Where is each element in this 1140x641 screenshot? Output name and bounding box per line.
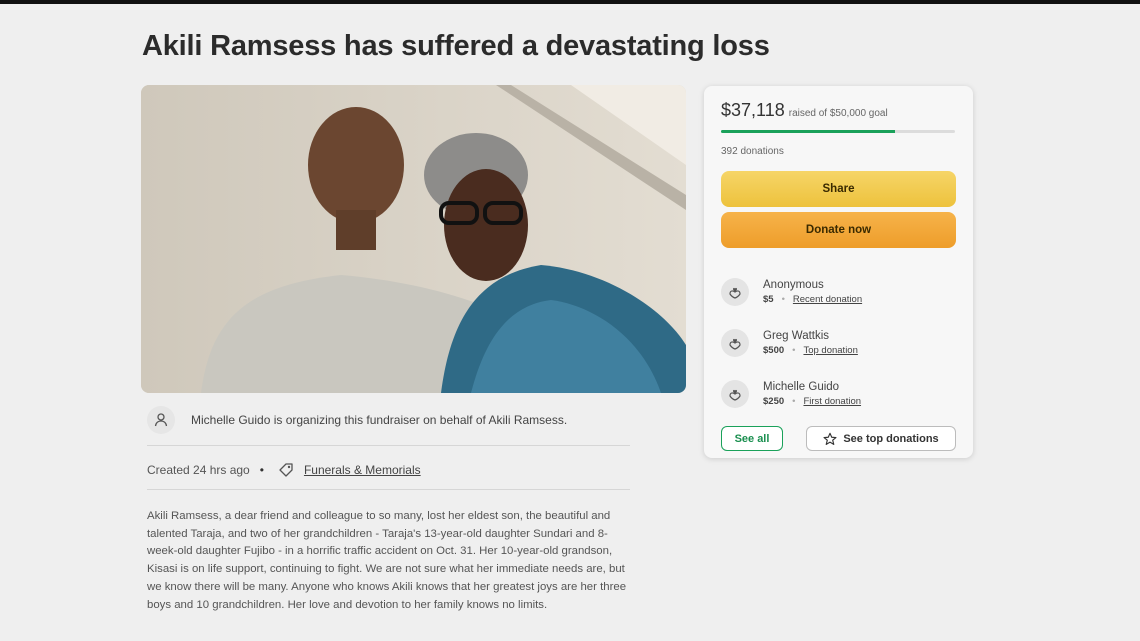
meta-separator: • [259,462,264,477]
campaign-meta: Created 24 hrs ago • Funerals & Memorial… [147,450,630,490]
goal-text: raised of $50,000 goal [788,108,888,119]
see-top-donations-label: See top donations [843,432,939,445]
separator-dot: • [792,395,796,407]
campaign-story: Akili Ramsess, a dear friend and colleag… [147,510,627,611]
donation-label[interactable]: Recent donation [793,294,862,305]
donation-amount: $250 [763,395,785,407]
raised-summary: $37,118 raised of $50,000 goal [721,100,956,121]
see-all-button[interactable]: See all [721,426,783,451]
share-button[interactable]: Share [721,171,956,207]
donation-amount: $500 [763,344,785,356]
organizer-text: Michelle Guido is organizing this fundra… [191,412,568,427]
star-icon [823,432,837,445]
donation-actions: See all See top donations [721,426,956,451]
donation-label[interactable]: First donation [803,396,861,407]
progress-bar [721,130,955,133]
created-time: Created 24 hrs ago [147,462,250,477]
donation-list: Anonymous $5 • Recent donation Greg Watt… [721,266,956,419]
donor-name: Michelle Guido [763,380,840,393]
campaign-photo [141,85,686,393]
donation-count: 392 donations [721,146,784,157]
see-top-donations-button[interactable]: See top donations [806,426,956,451]
donation-item: Anonymous $5 • Recent donation [721,266,956,317]
separator-dot: • [781,293,785,305]
raised-amount: $37,118 [721,100,785,120]
separator-dot: • [792,344,796,356]
donation-hands-icon [721,379,749,408]
category-link[interactable]: Funerals & Memorials [304,463,421,477]
donor-name: Greg Wattkis [763,329,830,342]
donate-now-button[interactable]: Donate now [721,212,956,248]
page-title: Akili Ramsess has suffered a devastating… [142,30,770,62]
progress-fill [721,130,895,133]
donation-item: Michelle Guido $250 • First donation [721,368,956,419]
donation-card: $37,118 raised of $50,000 goal 392 donat… [704,86,973,458]
donation-hands-icon [721,277,749,306]
user-icon [154,412,168,426]
tag-icon [278,462,294,478]
organizer-avatar [147,405,175,434]
top-border [0,0,1140,4]
donation-item: Greg Wattkis $500 • Top donation [721,317,956,368]
donation-amount: $5 [763,293,774,305]
donation-label[interactable]: Top donation [803,345,857,356]
donor-name: Anonymous [763,278,824,291]
organizer-row: Michelle Guido is organizing this fundra… [147,404,630,446]
donation-hands-icon [721,328,749,357]
